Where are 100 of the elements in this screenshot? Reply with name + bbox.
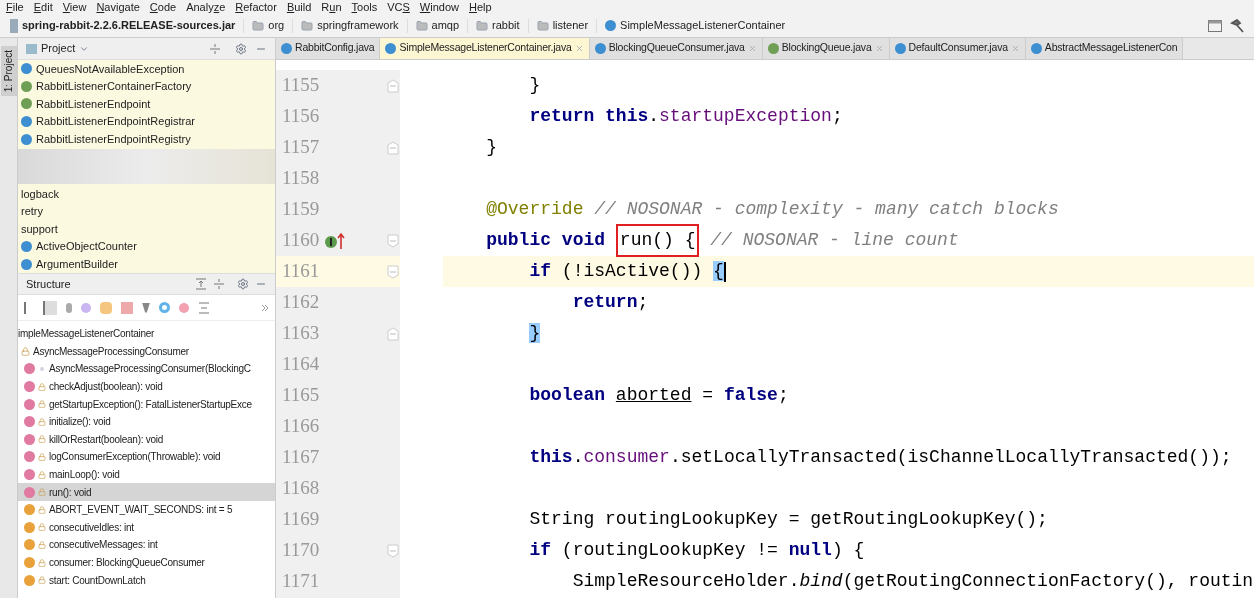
breadcrumb-item[interactable]: org: [268, 17, 285, 34]
tree-item[interactable]: RabbitListenerEndpointRegistrar: [36, 113, 195, 130]
editor-tab[interactable]: BlockingQueueConsumer.java: [589, 38, 763, 59]
method-icon: [24, 416, 35, 428]
structure-item[interactable]: logConsumerException(Throwable): void: [18, 448, 275, 466]
folder-icon: [301, 19, 314, 32]
editor-tab[interactable]: RabbitConfig.java: [276, 38, 381, 59]
menu-item[interactable]: Edit: [33, 0, 53, 16]
panel-title[interactable]: Structure: [26, 275, 71, 293]
line-number: 1163: [281, 321, 321, 346]
structure-item[interactable]: consecutiveMessages: int: [18, 536, 275, 554]
breadcrumb-item[interactable]: listener: [552, 17, 589, 34]
tree-item[interactable]: ArgumentBuilder: [36, 255, 118, 273]
code-line: }: [485, 136, 498, 159]
structure-item[interactable]: AsyncMessageProcessingConsumer(BlockingC: [18, 360, 275, 378]
interface-icon: [21, 98, 32, 110]
line-number: 1158: [281, 166, 321, 191]
tree-item[interactable]: logback: [21, 185, 59, 202]
line-number: 1156: [281, 104, 321, 129]
class-icon: [605, 20, 617, 31]
fold-start-icon[interactable]: [387, 233, 399, 248]
structure-item[interactable]: AsyncMessageProcessingConsumer: [18, 342, 275, 361]
line-number: 1170: [281, 538, 321, 563]
fold-start-icon[interactable]: [387, 264, 399, 279]
code-line: this.consumer.setLocallyTransacted(isChannelLocallyTransacted());: [528, 446, 1232, 469]
breadcrumb-item[interactable]: spring-rabbit-2.2.6.RELEASE-sources.jar: [22, 17, 236, 34]
method-icon: [24, 398, 35, 410]
structure-item[interactable]: consumer: BlockingQueueConsumer: [18, 553, 275, 572]
settings-icon[interactable]: [237, 278, 249, 290]
structure-item[interactable]: initialize(): void: [18, 412, 275, 431]
tree-item[interactable]: RabbitListenerContainerFactory: [36, 78, 192, 95]
close-icon[interactable]: [574, 43, 584, 53]
breadcrumb-item[interactable]: springframework: [317, 17, 399, 34]
code-line: }: [528, 74, 541, 97]
menu-item[interactable]: Code: [149, 0, 177, 16]
method-icon: [24, 381, 35, 393]
close-icon[interactable]: [1010, 43, 1020, 53]
menu-item[interactable]: View: [62, 0, 87, 16]
tree-item[interactable]: QueuesNotAvailableException: [36, 60, 185, 78]
class-icon: [21, 116, 32, 128]
code-line: // NOSONAR - line count: [709, 229, 959, 252]
breadcrumb-item[interactable]: amqp: [431, 17, 460, 34]
line-number: 1169: [281, 507, 321, 532]
panel-title[interactable]: Project: [41, 40, 76, 57]
expand-all-icon[interactable]: [195, 278, 207, 290]
fold-end-icon[interactable]: [387, 326, 399, 341]
structure-item[interactable]: checkAdjust(boolean): void: [18, 377, 275, 396]
tree-item[interactable]: retry: [21, 203, 43, 220]
line-number: 1167: [281, 445, 321, 470]
structure-item[interactable]: mainLoop(): void: [18, 465, 275, 484]
hammer-icon[interactable]: [1230, 18, 1244, 33]
tree-item[interactable]: support: [21, 220, 58, 238]
menu-item[interactable]: Help: [469, 0, 492, 16]
menu-item[interactable]: Build: [286, 0, 312, 16]
line-number: 1157: [281, 135, 321, 160]
structure-item[interactable]: killOrRestart(boolean): void: [18, 430, 275, 449]
breadcrumb-item[interactable]: rabbit: [492, 17, 520, 34]
structure-item[interactable]: ABORT_EVENT_WAIT_SECONDS: int = 5: [18, 500, 275, 519]
collapse-icon[interactable]: [209, 42, 221, 55]
ring-icon[interactable]: [159, 302, 170, 313]
fold-end-icon[interactable]: [387, 78, 399, 93]
class-icon: [21, 63, 32, 75]
close-icon[interactable]: [874, 43, 884, 53]
settings-icon[interactable]: [235, 42, 247, 55]
line-number: 1161: [281, 259, 321, 284]
menu-item[interactable]: VCS: [387, 0, 410, 16]
panel-icon[interactable]: [1208, 19, 1222, 32]
menu-item[interactable]: File: [6, 0, 24, 16]
tree-item[interactable]: ActiveObjectCounter: [36, 238, 137, 255]
structure-item[interactable]: run(): void: [18, 483, 275, 501]
field-icon: [24, 557, 35, 568]
lock-icon: [21, 346, 30, 356]
close-icon[interactable]: [747, 43, 757, 53]
tool-window-tab[interactable]: 1: Project: [0, 46, 17, 97]
fold-end-icon[interactable]: [387, 140, 399, 155]
structure-item[interactable]: consecutiveIdles: int: [18, 518, 275, 537]
collapse-icon[interactable]: [213, 278, 225, 290]
menu-item[interactable]: Run: [321, 0, 342, 16]
menu-item[interactable]: Analyze: [186, 0, 226, 16]
code-line: @Override // NOSONAR - complexity - many catch blocks: [485, 198, 1059, 221]
class-icon: [1030, 42, 1042, 54]
tree-item[interactable]: RabbitListenerEndpoint: [36, 95, 151, 113]
menu-item[interactable]: Navigate: [96, 0, 140, 16]
fold-start-icon[interactable]: [387, 543, 399, 558]
expand-all-icon[interactable]: [198, 301, 210, 314]
structure-item[interactable]: impleMessageListenerContainer: [18, 325, 275, 343]
menu-item[interactable]: Tools: [351, 0, 378, 16]
structure-item[interactable]: getStartupException(): FatalListenerStartupExce: [18, 395, 275, 413]
editor-tab[interactable]: AbstractMessageListenerCon: [1025, 38, 1184, 59]
folder-icon: [415, 19, 428, 32]
editor-tab[interactable]: SimpleMessageListenerContainer.java: [380, 38, 590, 59]
editor-tab[interactable]: BlockingQueue.java: [762, 38, 890, 59]
funnel-icon[interactable]: [142, 302, 150, 313]
breadcrumb-item[interactable]: SimpleMessageListenerContainer: [620, 17, 786, 34]
structure-item[interactable]: start: CountDownLatch: [18, 571, 275, 589]
editor-tab[interactable]: DefaultConsumer.java: [889, 38, 1026, 59]
menu-item[interactable]: Window: [419, 0, 459, 16]
tree-item[interactable]: RabbitListenerEndpointRegistry: [36, 130, 191, 148]
menu-item[interactable]: Refactor: [235, 0, 277, 16]
more-icon[interactable]: [261, 303, 269, 312]
